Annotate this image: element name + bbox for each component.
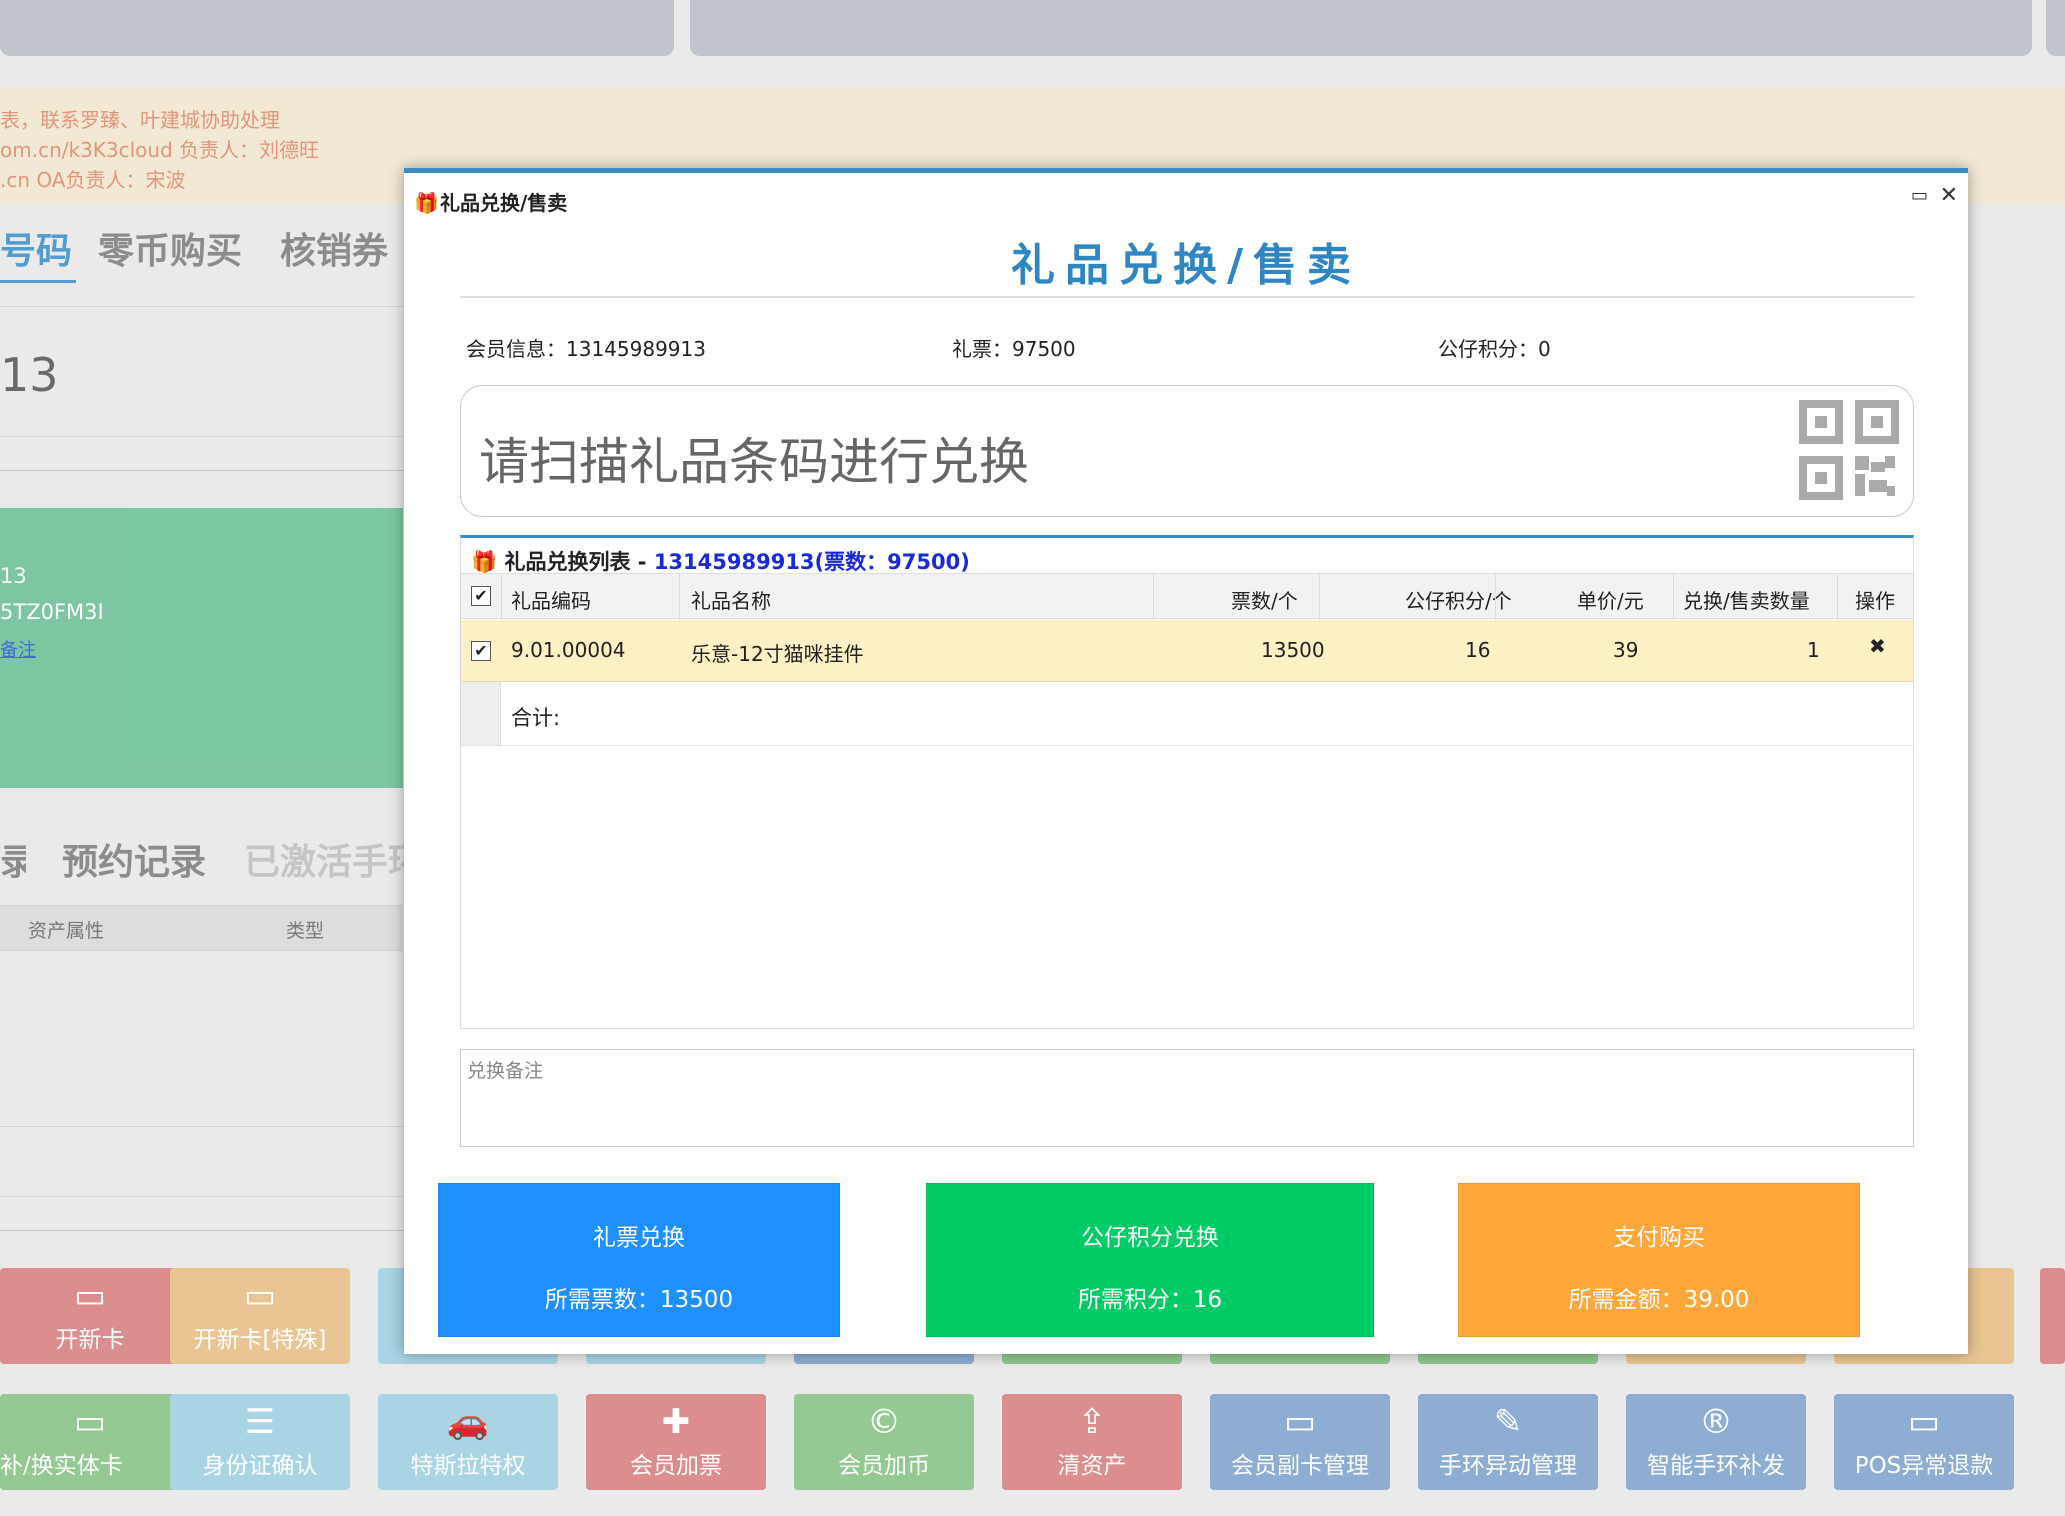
cell-points: 16 — [1465, 638, 1491, 662]
ticket-balance: 礼票：97500 — [952, 337, 1076, 361]
ticket-exchange-button[interactable]: 礼票兑换 所需票数：13500 — [438, 1183, 840, 1337]
gift-table-header: ✔ 礼品编码 礼品名称 票数/个 公仔积分/个 单价/元 兑换/售卖数量 操作 — [461, 573, 1913, 620]
col-tickets: 票数/个 — [1231, 589, 1298, 613]
pay-purchase-button[interactable]: 支付购买 所需金额：39.00 — [1458, 1183, 1860, 1337]
delete-icon[interactable]: ✖ — [1869, 634, 1886, 658]
col-action: 操作 — [1855, 589, 1895, 613]
total-row: 合计: — [461, 682, 1913, 746]
barcode-scan-input[interactable]: 请扫描礼品条码进行兑换 — [460, 385, 1914, 517]
table-row[interactable]: ✔ 9.01.00004 乐意-12寸猫咪挂件 13500 16 39 1 ✖ — [461, 620, 1913, 682]
gift-exchange-dialog: 🎁礼品兑换/售卖 ▭ ✕ 礼品兑换/售卖 会员信息：13145989913 礼票… — [404, 168, 1968, 1354]
select-all-checkbox[interactable]: ✔ — [471, 586, 491, 606]
cell-code: 9.01.00004 — [511, 638, 626, 662]
cell-price: 39 — [1613, 638, 1639, 662]
gift-list-title: 🎁 礼品兑换列表 - 13145989913(票数：97500) — [471, 550, 970, 574]
col-unit-price: 单价/元 — [1577, 589, 1644, 613]
col-quantity: 兑换/售卖数量 — [1683, 589, 1810, 613]
dialog-heading: 礼品兑换/售卖 — [1010, 240, 1362, 291]
scan-placeholder: 请扫描礼品条码进行兑换 — [479, 433, 1029, 491]
exchange-remark-input[interactable]: 兑换备注 — [460, 1049, 1914, 1147]
cell-qty[interactable]: 1 — [1807, 638, 1820, 662]
points-balance: 公仔积分：0 — [1438, 337, 1551, 361]
close-icon[interactable]: ✕ — [1940, 183, 1958, 208]
member-info: 会员信息：13145989913 — [466, 337, 706, 361]
gift-list-panel: 🎁 礼品兑换列表 - 13145989913(票数：97500) ✔ 礼品编码 … — [460, 535, 1914, 1029]
gift-icon: 🎁 — [471, 550, 505, 574]
cell-tickets: 13500 — [1261, 638, 1325, 662]
col-gift-name: 礼品名称 — [691, 589, 771, 613]
points-exchange-button[interactable]: 公仔积分兑换 所需积分：16 — [926, 1183, 1374, 1337]
row-checkbox[interactable]: ✔ — [471, 641, 491, 661]
qr-code-icon — [1799, 400, 1899, 500]
cell-name: 乐意-12寸猫咪挂件 — [691, 642, 864, 666]
maximize-icon[interactable]: ▭ — [1911, 185, 1928, 206]
gift-icon: 🎁 — [414, 191, 439, 215]
col-gift-code: 礼品编码 — [511, 589, 591, 613]
dialog-title: 🎁礼品兑换/售卖 — [414, 191, 568, 215]
